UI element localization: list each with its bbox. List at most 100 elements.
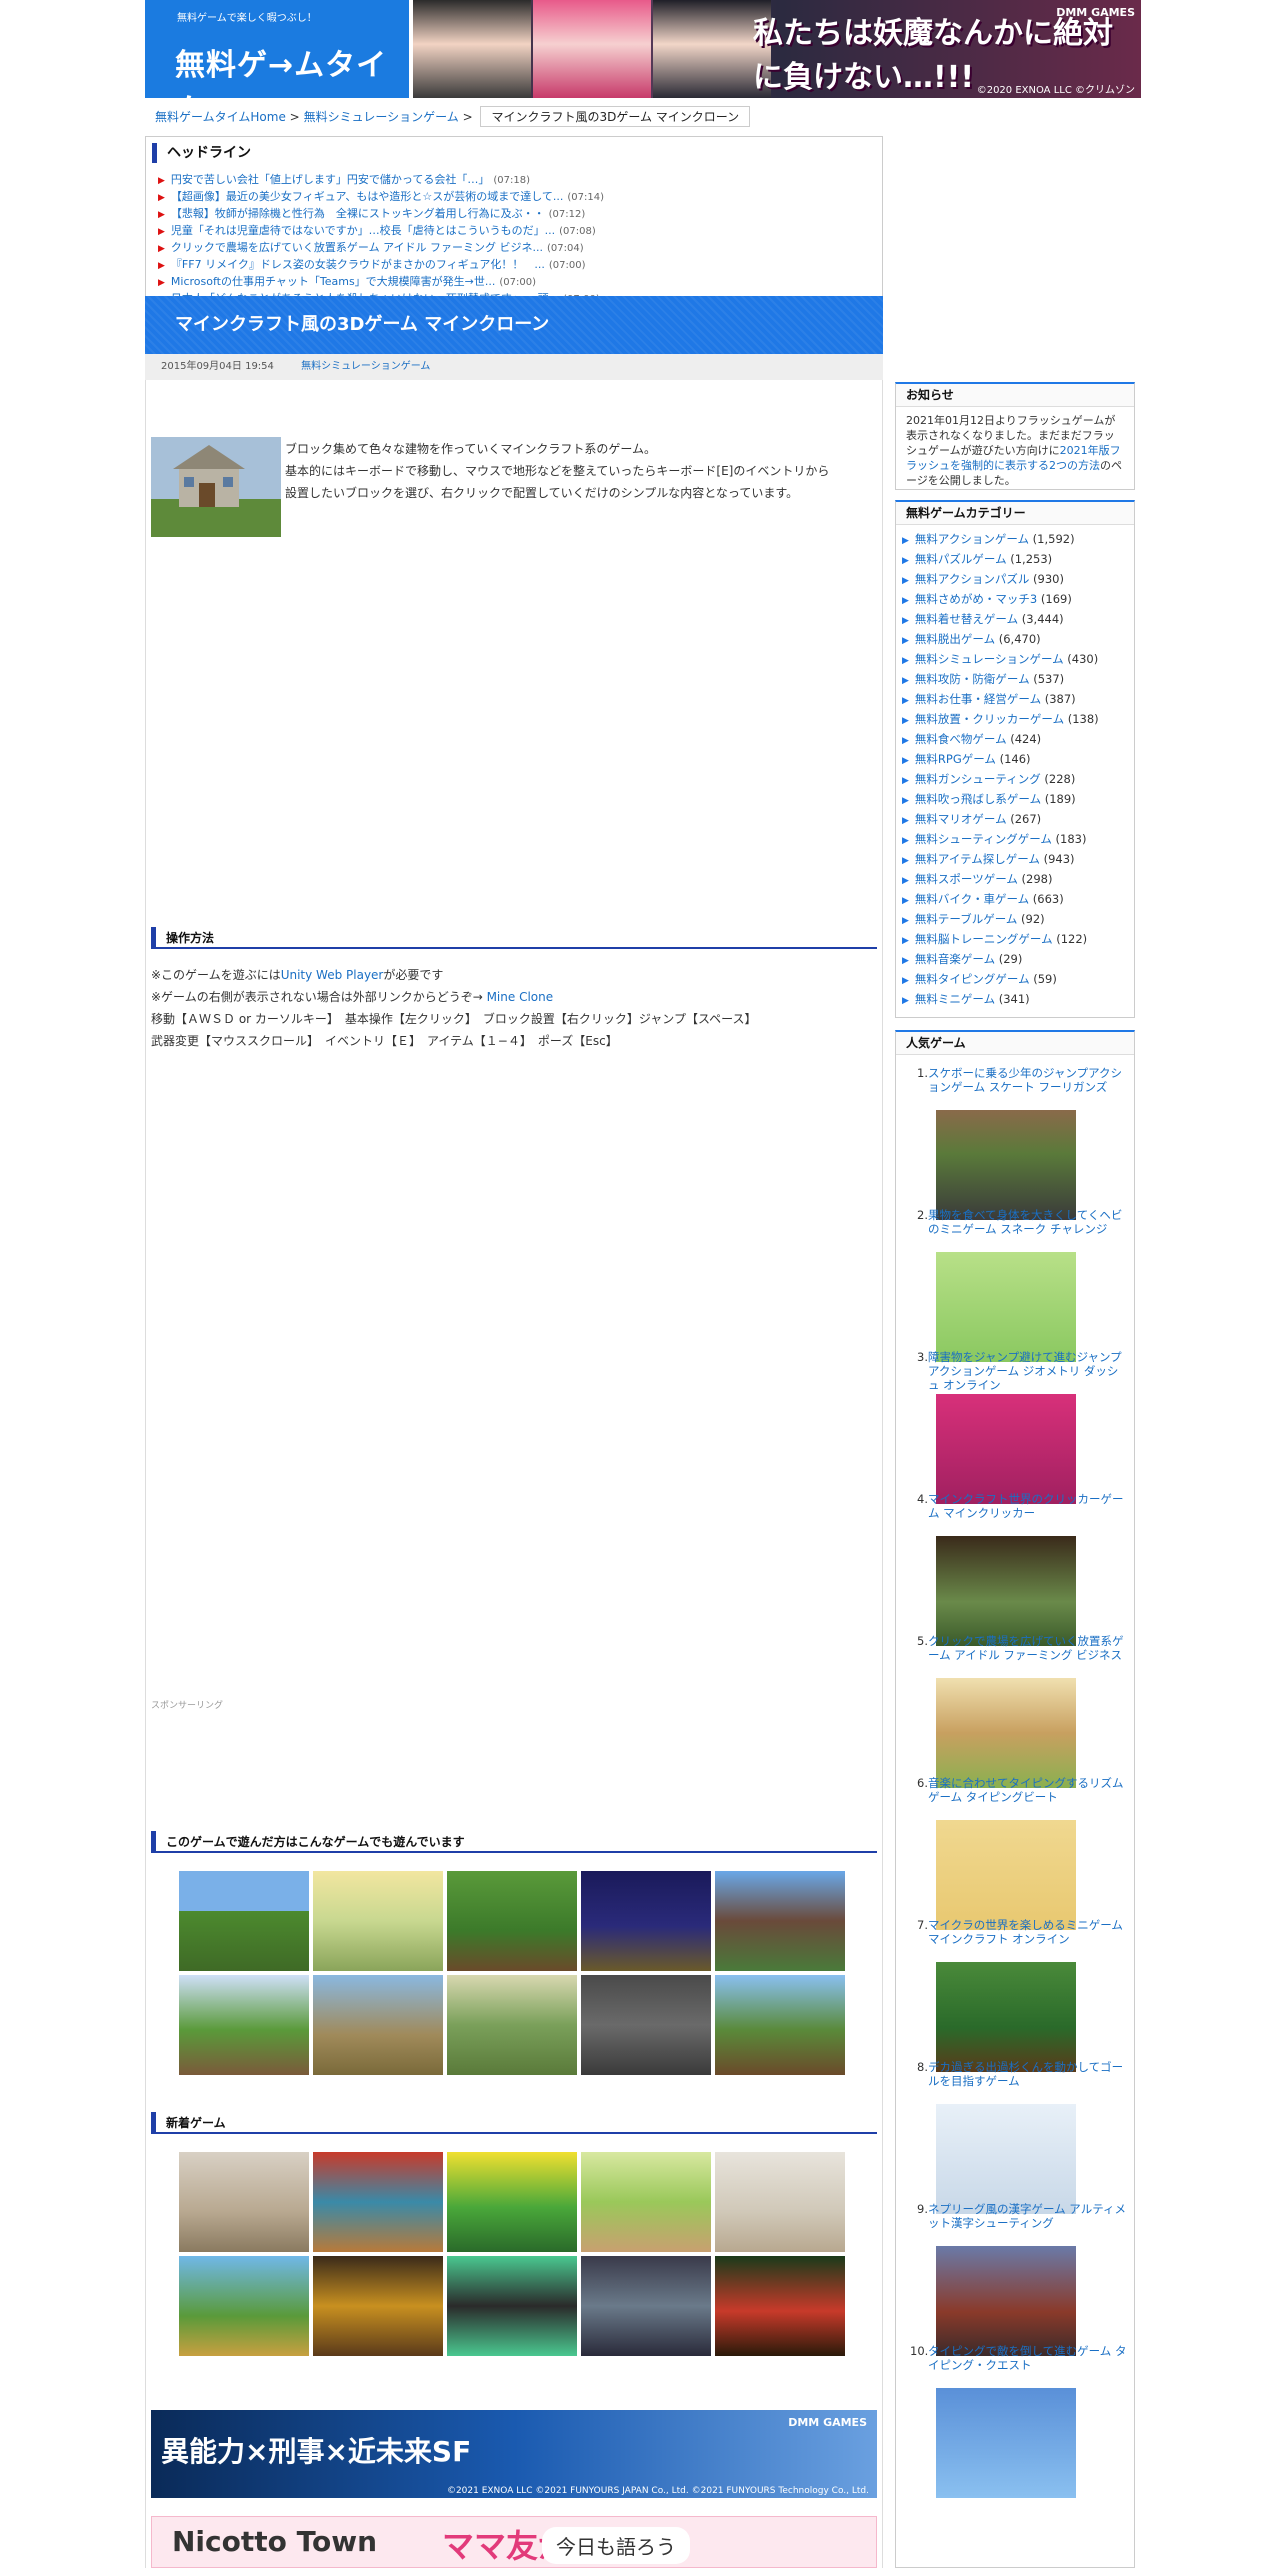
headline-link[interactable]: 【超画像】最近の美少女フィギュア、もはや造形と☆スが芸術の域まで達して... bbox=[171, 190, 563, 203]
article-date: 2015年09月04日 19:54 bbox=[161, 361, 274, 372]
new-game-tile[interactable] bbox=[313, 2256, 443, 2356]
popular-game-link[interactable]: ネプリーグ風の漢字ゲーム アルティメット漢字シューティング bbox=[928, 2202, 1128, 2230]
category-link[interactable]: 無料アイテム探しゲーム bbox=[915, 852, 1040, 866]
arrow-icon: ▶ bbox=[902, 856, 909, 866]
category-count: (1,253) bbox=[1010, 552, 1053, 566]
popular-game-thumbnail[interactable] bbox=[936, 1252, 1076, 1362]
headline-link[interactable]: 【悲報】牧師が掃除機と性行為 全裸にストッキング着用し行為に及ぶ・・ bbox=[171, 207, 545, 220]
category-count: (122) bbox=[1056, 932, 1088, 946]
category-link[interactable]: 無料放置・クリッカーゲーム bbox=[915, 712, 1064, 726]
popular-game-link[interactable]: デカ過ぎる出過杉くんを動かしてゴールを目指すゲーム bbox=[928, 2060, 1128, 2088]
arrow-icon: ▶ bbox=[902, 636, 909, 646]
category-link[interactable]: 無料RPGゲーム bbox=[915, 752, 996, 766]
popular-game-thumbnail[interactable] bbox=[936, 1536, 1076, 1646]
breadcrumb-category[interactable]: 無料シミュレーションゲーム bbox=[304, 110, 459, 124]
howto-line: 武器変更【マウススクロール】 イベントリ【Ｅ】 アイテム【１−４】 ポーズ【Es… bbox=[151, 1034, 618, 1048]
article-description: ブロック集めて色々な建物を作っていくマインクラフト系のゲーム。 基本的にはキーボ… bbox=[285, 438, 875, 504]
related-game-tile[interactable] bbox=[447, 1871, 577, 1971]
new-game-tile[interactable] bbox=[581, 2152, 711, 2252]
related-game-tile[interactable] bbox=[179, 1871, 309, 1971]
category-link[interactable]: 無料着せ替えゲーム bbox=[915, 612, 1018, 626]
category-item: ▶ 無料タイピングゲーム (59) bbox=[902, 969, 1128, 989]
category-link[interactable]: 無料食べ物ゲーム bbox=[915, 732, 1007, 746]
banner-character-1 bbox=[413, 0, 531, 98]
related-game-tile[interactable] bbox=[313, 1871, 443, 1971]
category-item: ▶ 無料着せ替えゲーム (3,444) bbox=[902, 609, 1128, 629]
new-game-tile[interactable] bbox=[313, 2152, 443, 2252]
unity-player-link[interactable]: Unity Web Player bbox=[281, 968, 384, 982]
popular-game-link[interactable]: スケボーに乗る少年のジャンプアクションゲーム スケート フーリガンズ bbox=[928, 1066, 1128, 1094]
new-game-tile[interactable] bbox=[179, 2256, 309, 2356]
external-game-link[interactable]: Mine Clone bbox=[487, 990, 554, 1004]
category-link[interactable]: 無料マリオゲーム bbox=[915, 812, 1007, 826]
popular-game-thumbnail[interactable] bbox=[936, 2104, 1076, 2214]
header-banner-ad[interactable]: 私たちは妖魔なんかに絶対に負けない…!!! DMM GAMES ©2020 EX… bbox=[413, 0, 1141, 98]
popular-game-thumbnail[interactable] bbox=[936, 2246, 1076, 2356]
howto-heading: 操作方法 bbox=[151, 927, 877, 949]
category-link[interactable]: 無料脳トレーニングゲーム bbox=[915, 932, 1053, 946]
howto-line-text: ※このゲームを遊ぶには bbox=[151, 968, 281, 982]
related-game-tile[interactable] bbox=[581, 1975, 711, 2075]
new-game-tile[interactable] bbox=[581, 2256, 711, 2356]
headline-link[interactable]: クリックで農場を広げていく放置系ゲーム アイドル ファーミング ビジネ... bbox=[171, 241, 543, 254]
popular-game-thumbnail[interactable] bbox=[936, 2388, 1076, 2498]
category-link[interactable]: 無料お仕事・経営ゲーム bbox=[915, 692, 1041, 706]
popular-game-thumbnail[interactable] bbox=[936, 1678, 1076, 1788]
category-link[interactable]: 無料音楽ゲーム bbox=[915, 952, 995, 966]
headline-link[interactable]: Microsoftの仕事用チャット「Teams」で大規模障害が発生→世... bbox=[171, 275, 495, 288]
popular-game-thumbnail[interactable] bbox=[936, 1110, 1076, 1220]
popular-game-link[interactable]: マインクラフト世界のクリッカーゲーム マインクリッカー bbox=[928, 1492, 1128, 1520]
category-link[interactable]: 無料さめがめ・マッチ3 bbox=[915, 592, 1037, 606]
arrow-icon: ▶ bbox=[158, 278, 165, 288]
popular-game-link[interactable]: タイピングで敵を倒して進むゲーム タイピング・クエスト bbox=[928, 2344, 1128, 2372]
headline-link[interactable]: 円安で苦しい会社「値上げします」円安で儲かってる会社「…」 bbox=[171, 173, 489, 186]
popular-game-link[interactable]: 果物を食べて身体を大きくしてくヘビのミニゲーム スネーク チャレンジ bbox=[928, 1208, 1128, 1236]
dmm-ad-banner[interactable]: 異能力×刑事×近未来SF DMM GAMES ©2021 EXNOA LLC ©… bbox=[151, 2410, 877, 2498]
headline-link[interactable]: 児童「それは児童虐待ではないですか」…校長「虐待とはこういうものだ」... bbox=[171, 224, 555, 237]
notice-box: お知らせ 2021年01月12日よりフラッシュゲームが表示されなくなりました。ま… bbox=[895, 382, 1135, 490]
popular-game-thumbnail[interactable] bbox=[936, 1394, 1076, 1504]
category-link[interactable]: 無料バイク・車ゲーム bbox=[915, 892, 1029, 906]
related-game-tile[interactable] bbox=[313, 1975, 443, 2075]
popular-game-thumbnail[interactable] bbox=[936, 1962, 1076, 2072]
new-game-tile[interactable] bbox=[715, 2256, 845, 2356]
related-game-tile[interactable] bbox=[715, 1975, 845, 2075]
new-game-tile[interactable] bbox=[447, 2256, 577, 2356]
related-game-tile[interactable] bbox=[581, 1871, 711, 1971]
category-link[interactable]: 無料吹っ飛ばし系ゲーム bbox=[915, 792, 1041, 806]
category-link[interactable]: 無料テーブルゲーム bbox=[915, 912, 1017, 926]
headline-link[interactable]: 『FF7 リメイク』ドレス姿の女装クラウドがまさかのフィギュア化！！ ... bbox=[171, 258, 545, 271]
nicotto-ad-banner[interactable]: Nicotto Town ママ友が 今日も語ろう bbox=[151, 2516, 877, 2568]
arrow-icon: ▶ bbox=[902, 576, 909, 586]
category-link[interactable]: 無料攻防・防衛ゲーム bbox=[915, 672, 1030, 686]
popular-game-thumbnail[interactable] bbox=[936, 1820, 1076, 1930]
category-link[interactable]: 無料シューティングゲーム bbox=[915, 832, 1052, 846]
new-game-tile[interactable] bbox=[447, 2152, 577, 2252]
related-game-tile[interactable] bbox=[715, 1871, 845, 1971]
popular-game-link[interactable]: クリックで農場を広げていく放置系ゲーム アイドル ファーミング ビジネス bbox=[928, 1634, 1128, 1662]
ad-bubble: 今日も語ろう bbox=[542, 2527, 690, 2564]
related-game-tile[interactable] bbox=[447, 1975, 577, 2075]
category-link[interactable]: 無料パズルゲーム bbox=[915, 552, 1007, 566]
category-link[interactable]: 無料シミュレーションゲーム bbox=[915, 652, 1064, 666]
howto-line: 移動【ＡＷＳＤ or カーソルキー】 基本操作【左クリック】 ブロック設置【右ク… bbox=[151, 1012, 757, 1026]
category-link[interactable]: 無料スポーツゲーム bbox=[915, 872, 1018, 886]
category-link[interactable]: 無料脱出ゲーム bbox=[915, 632, 995, 646]
arrow-icon: ▶ bbox=[902, 976, 909, 986]
breadcrumb-home[interactable]: 無料ゲームタイムHome bbox=[155, 110, 286, 124]
category-link[interactable]: 無料アクションゲーム bbox=[915, 532, 1029, 546]
category-link[interactable]: 無料ガンシューティング bbox=[915, 772, 1041, 786]
related-game-tile[interactable] bbox=[179, 1975, 309, 2075]
headline-time: (07:00) bbox=[548, 260, 586, 271]
category-link[interactable]: 無料タイピングゲーム bbox=[915, 972, 1030, 986]
category-link[interactable]: 無料アクションパズル bbox=[915, 572, 1029, 586]
popular-game-link[interactable]: マイクラの世界を楽しめるミニゲーム マインクラフト オンライン bbox=[928, 1918, 1128, 1946]
article-category-link[interactable]: 無料シミュレーションゲーム bbox=[301, 361, 430, 372]
site-logo[interactable]: 無料ゲームで楽しく暇つぶし！ 無料ゲ→ムタイム bbox=[145, 0, 409, 127]
popular-game-link[interactable]: 障害物をジャンプ避けて進むジャンプアクションゲーム ジオメトリ ダッシュ オンラ… bbox=[928, 1350, 1128, 1392]
category-item: ▶ 無料攻防・防衛ゲーム (537) bbox=[902, 669, 1128, 689]
category-link[interactable]: 無料ミニゲーム bbox=[915, 992, 995, 1006]
popular-game-link[interactable]: 音楽に合わせてタイピングするリズムゲーム タイピングビート bbox=[928, 1776, 1128, 1804]
new-game-tile[interactable] bbox=[715, 2152, 845, 2252]
new-game-tile[interactable] bbox=[179, 2152, 309, 2252]
